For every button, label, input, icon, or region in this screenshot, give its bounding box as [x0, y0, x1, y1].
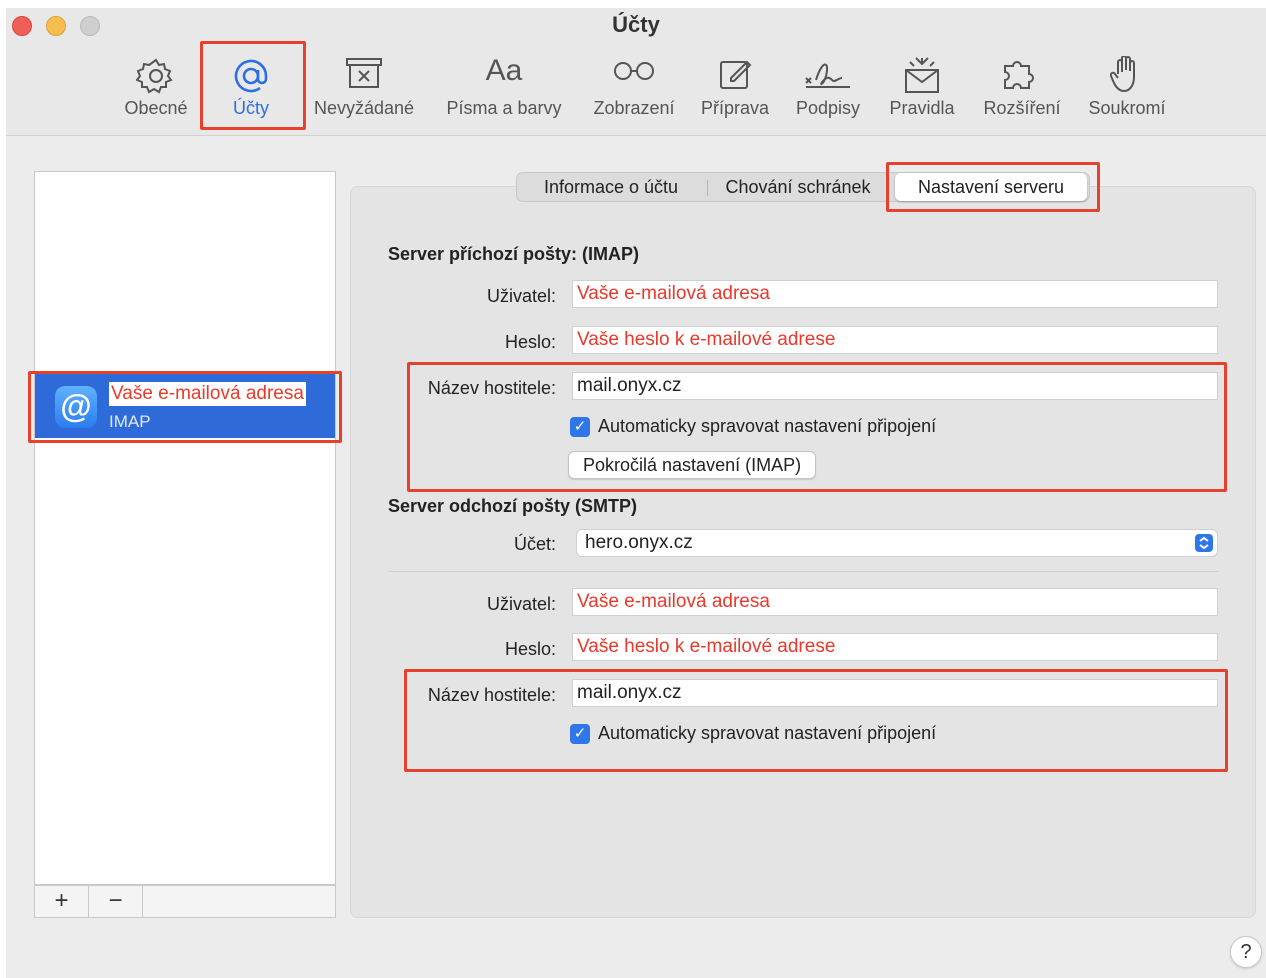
checkmark-icon: ✓	[570, 417, 590, 438]
divider	[388, 571, 1218, 572]
add-account-button[interactable]: +	[35, 886, 89, 917]
outgoing-account-label: Účet:	[513, 534, 556, 554]
incoming-auto-checkbox[interactable]: ✓ Automaticky spravovat nastavení připoje…	[570, 416, 937, 438]
outgoing-password-input[interactable]: Vaše heslo k e-mailové adrese	[572, 633, 1218, 661]
toolbar-item-extensions[interactable]: Rozšíření	[978, 52, 1066, 128]
toolbar-label: Rozšíření	[983, 98, 1061, 118]
compose-icon	[696, 52, 774, 96]
toolbar-item-accounts[interactable]: Účty	[208, 48, 294, 130]
help-button[interactable]: ?	[1230, 936, 1262, 968]
at-icon: @	[55, 386, 97, 428]
outgoing-account-select[interactable]: hero.onyx.cz	[576, 529, 1218, 557]
window-title: Účty	[612, 12, 660, 37]
toolbar-label: Příprava	[700, 98, 770, 118]
toolbar-item-junk[interactable]: Nevyžádané	[310, 52, 418, 128]
outgoing-auto-checkbox[interactable]: ✓ Automaticky spravovat nastavení připoje…	[570, 723, 937, 745]
toolbar-label: Pravidla	[889, 98, 955, 118]
incoming-host-label: Název hostitele:	[427, 378, 556, 398]
preferences-window: Účty Obecné Účty Nevyžádané Aa Písma a b…	[6, 8, 1266, 978]
account-list[interactable]: @ Vaše e-mailová adresa IMAP	[34, 171, 336, 885]
rules-icon	[882, 52, 962, 96]
outgoing-auto-label: Automaticky spravovat nastavení připojen…	[598, 723, 937, 743]
hand-icon	[1084, 52, 1170, 96]
outgoing-host-input[interactable]: mail.onyx.cz	[572, 679, 1218, 707]
gear-icon	[118, 52, 194, 96]
incoming-server-title: Server příchozí pošty: (IMAP)	[388, 244, 640, 264]
glasses-icon	[588, 52, 680, 96]
incoming-auto-label: Automaticky spravovat nastavení připojen…	[598, 416, 937, 436]
toolbar-item-privacy[interactable]: Soukromí	[1084, 52, 1170, 128]
outgoing-user-input[interactable]: Vaše e-mailová adresa	[572, 588, 1218, 616]
list-item-account[interactable]: @ Vaše e-mailová adresa IMAP	[35, 374, 335, 438]
tab-mailbox-behaviors[interactable]: Chování schránek	[713, 173, 883, 201]
outgoing-user-label: Uživatel:	[486, 594, 556, 614]
toolbar-item-composing[interactable]: Příprava	[696, 52, 774, 128]
toolbar-label: Účty	[233, 98, 269, 118]
toolbar-label: Soukromí	[1088, 98, 1166, 118]
incoming-host-input[interactable]: mail.onyx.cz	[572, 372, 1218, 400]
toolbar-item-signatures[interactable]: Podpisy	[790, 52, 866, 128]
toolbar-label: Obecné	[124, 98, 188, 118]
toolbar-item-general[interactable]: Obecné	[118, 52, 194, 128]
toolbar-label: Písma a barvy	[446, 98, 562, 118]
account-name: Vaše e-mailová adresa	[109, 382, 306, 406]
toolbar-item-viewing[interactable]: Zobrazení	[588, 52, 680, 128]
toolbar-item-rules[interactable]: Pravidla	[882, 52, 962, 128]
tab-bar: Informace o účtu Chování schránek Nastav…	[516, 172, 1090, 202]
advanced-imap-button[interactable]: Pokročilá nastavení (IMAP)	[568, 451, 817, 479]
outgoing-server-title: Server odchozí pošty (SMTP)	[388, 496, 638, 516]
incoming-user-label: Uživatel:	[486, 286, 556, 306]
outgoing-host-label: Název hostitele:	[427, 685, 556, 705]
titlebar: Účty Obecné Účty Nevyžádané Aa Písma a b…	[6, 8, 1266, 136]
toolbar-item-fonts-colors[interactable]: Aa Písma a barvy	[440, 52, 568, 128]
puzzle-icon	[978, 52, 1066, 96]
junk-icon	[310, 52, 418, 96]
account-type: IMAP	[109, 412, 151, 431]
toolbar-label: Nevyžádané	[313, 98, 415, 118]
fonts-icon: Aa	[485, 54, 523, 87]
chevron-updown-icon	[1195, 534, 1213, 552]
incoming-user-input[interactable]: Vaše e-mailová adresa	[572, 280, 1218, 308]
incoming-password-label: Heslo:	[504, 332, 556, 352]
checkmark-icon: ✓	[570, 724, 590, 745]
toolbar-label: Zobrazení	[593, 98, 675, 118]
outgoing-account-value: hero.onyx.cz	[585, 532, 693, 553]
tab-account-info[interactable]: Informace o účtu	[521, 173, 701, 201]
account-list-footer: + −	[34, 885, 336, 918]
toolbar-label: Podpisy	[795, 98, 861, 118]
at-icon	[216, 52, 286, 96]
incoming-password-input[interactable]: Vaše heslo k e-mailové adrese	[572, 326, 1218, 354]
tab-server-settings[interactable]: Nastavení serveru	[895, 173, 1087, 201]
remove-account-button[interactable]: −	[89, 886, 143, 917]
outgoing-password-label: Heslo:	[504, 639, 556, 659]
signature-icon	[790, 52, 866, 96]
